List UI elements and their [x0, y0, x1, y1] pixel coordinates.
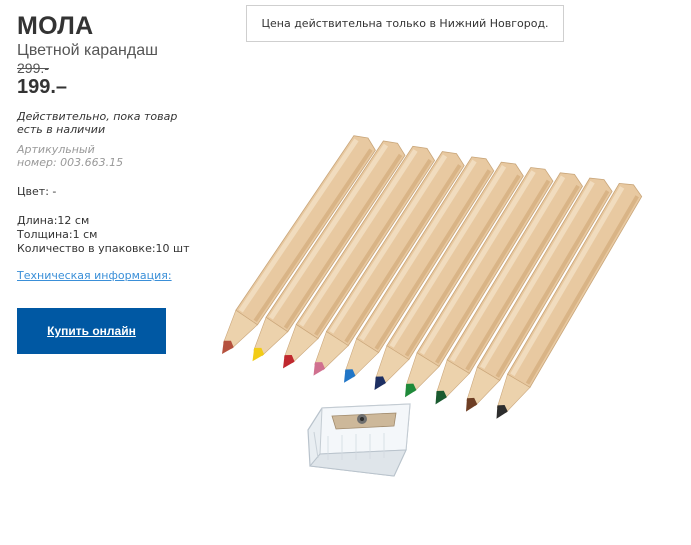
- old-price: 299.-: [17, 60, 49, 76]
- product-type: Цветной карандаш: [17, 42, 158, 59]
- spec-thickness: Толщина:1 см: [17, 228, 98, 241]
- product-color: Цвет: -: [17, 185, 57, 198]
- article-label: Артикульный: [17, 143, 95, 156]
- article-value: номер: 003.663.15: [17, 156, 124, 169]
- sharpener-icon: [307, 403, 411, 477]
- price-notice: Цена действительна только в Нижний Новго…: [246, 5, 564, 42]
- current-price: 199.–: [17, 76, 68, 98]
- article-number: Артикульный номер: 003.663.15: [17, 143, 187, 169]
- product-name: МОЛА: [17, 12, 94, 40]
- technical-info-link[interactable]: Техническая информация:: [17, 269, 217, 283]
- product-info-panel: МОЛА Цветной карандаш 299.- 199.– Действ…: [17, 12, 217, 354]
- spec-quantity: Количество в упаковке:10 шт: [17, 242, 190, 255]
- spec-length: Длина:12 см: [17, 214, 90, 227]
- availability-text: Действительно, пока товар есть в наличии: [17, 110, 178, 136]
- product-image: [222, 135, 643, 477]
- product-specs: Длина:12 см Толщина:1 см Количество в уп…: [17, 214, 217, 256]
- buy-online-button[interactable]: Купить онлайн: [17, 308, 166, 354]
- pencils-group: [222, 135, 643, 419]
